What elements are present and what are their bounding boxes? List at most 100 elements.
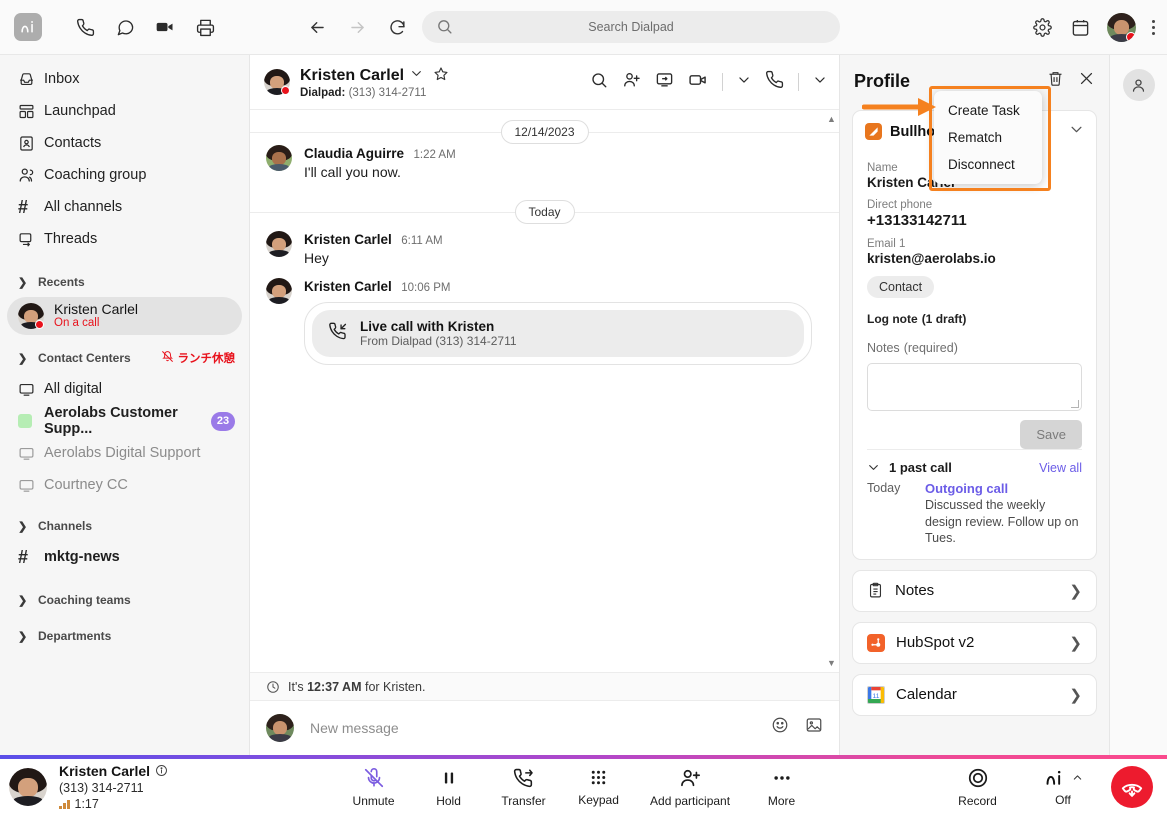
print-icon[interactable] <box>194 16 216 38</box>
search-input[interactable]: Search Dialpad <box>422 11 840 43</box>
chevron-right-icon[interactable]: ❯ <box>1069 582 1082 600</box>
notes-textarea[interactable] <box>867 363 1082 411</box>
hangup-button[interactable] <box>1111 766 1153 808</box>
trash-icon[interactable] <box>1047 70 1064 92</box>
sidebar-item-all-digital[interactable]: All digital <box>0 373 249 405</box>
sidebar-group-departments[interactable]: ❯ Departments <box>0 621 249 651</box>
star-icon[interactable] <box>433 66 449 87</box>
chevron-down-icon[interactable] <box>410 67 423 85</box>
ai-toggle-button[interactable]: Off <box>1037 768 1089 807</box>
image-icon[interactable] <box>805 716 823 739</box>
view-all-link[interactable]: View all <box>1039 461 1082 475</box>
menu-item-disconnect[interactable]: Disconnect <box>934 151 1042 178</box>
chevron-right-icon[interactable]: ❯ <box>1069 634 1082 652</box>
live-call-card[interactable]: Live call with Kristen From Dialpad (313… <box>304 302 812 365</box>
chevron-down-icon[interactable] <box>813 73 827 92</box>
sidebar-group-channels[interactable]: ❯ Channels <box>0 511 249 541</box>
timezone-time: 12:37 AM <box>307 679 362 694</box>
record-button[interactable]: Record <box>940 767 1015 808</box>
bell-off-icon <box>161 350 174 366</box>
message-input-placeholder[interactable]: New message <box>310 720 399 736</box>
sidebar-group-coaching-teams[interactable]: ❯ Coaching teams <box>0 585 249 615</box>
accordion-hubspot[interactable]: HubSpot v2 ❯ <box>852 621 1097 664</box>
ai-status-label: Off <box>1055 792 1071 807</box>
sidebar-item-inbox[interactable]: Inbox <box>0 63 249 95</box>
search-icon[interactable] <box>590 71 608 94</box>
pause-icon <box>438 767 460 789</box>
sidebar-item-aerolabs-digital-support[interactable]: Aerolabs Digital Support <box>0 437 249 469</box>
context-menu[interactable]: Create Task Rematch Disconnect <box>934 91 1042 184</box>
gear-icon[interactable] <box>1031 16 1053 38</box>
date-divider-label: 12/14/2023 <box>500 120 589 144</box>
avatar-body <box>268 164 290 171</box>
sidebar-item-launchpad[interactable]: Launchpad <box>0 95 249 127</box>
reload-icon[interactable] <box>386 16 408 38</box>
menu-item-create-task[interactable]: Create Task <box>934 97 1042 124</box>
sidebar-item-all-channels[interactable]: # All channels <box>0 191 249 223</box>
menu-item-rematch[interactable]: Rematch <box>934 124 1042 151</box>
accordion-notes[interactable]: Notes ❯ <box>852 569 1097 612</box>
kebab-menu-icon[interactable] <box>1152 19 1155 35</box>
video-icon[interactable] <box>688 70 708 95</box>
sidebar-item-threads[interactable]: Threads <box>0 223 249 255</box>
accordion-calendar[interactable]: 11 Calendar ❯ <box>852 673 1097 716</box>
scroll-up-icon[interactable]: ▲ <box>827 114 836 124</box>
chevron-down-icon[interactable] <box>737 73 751 92</box>
top-toolbar: Search Dialpad <box>0 0 1167 55</box>
add-person-icon[interactable] <box>622 70 641 94</box>
sidebar-item-contacts[interactable]: Contacts <box>0 127 249 159</box>
sidebar-item-mktg-news[interactable]: # mktg-news <box>0 541 249 573</box>
dialpad-logo[interactable] <box>14 13 42 41</box>
browser-nav <box>306 16 408 38</box>
chevron-down-icon[interactable] <box>1069 122 1084 141</box>
message-body: Kristen Carlel 10:06 PM Live call with K… <box>304 278 812 365</box>
sidebar-item-label: Courtney CC <box>44 477 128 493</box>
emoji-icon[interactable] <box>771 716 789 739</box>
sidebar-item-label: Threads <box>44 231 98 247</box>
unmute-button[interactable]: Unmute <box>336 767 411 808</box>
contact-type-chip[interactable]: Contact <box>867 276 935 298</box>
sidebar-item-courtney-cc[interactable]: Courtney CC <box>0 469 249 501</box>
sidebar-item-coaching-group[interactable]: Coaching group <box>0 159 249 191</box>
calendar-icon[interactable] <box>1069 16 1091 38</box>
sidebar-item-aerolabs-customer-support[interactable]: Aerolabs Customer Supp... 23 <box>0 405 249 437</box>
clipboard-icon <box>867 582 884 599</box>
message-body: Kristen Carlel 6:11 AM Hey <box>304 231 443 266</box>
chevron-right-icon[interactable]: ❯ <box>1069 686 1082 704</box>
chevron-right-icon: ❯ <box>18 630 28 643</box>
keypad-button[interactable]: Keypad <box>561 767 636 807</box>
hold-button[interactable]: Hold <box>411 767 486 808</box>
info-icon[interactable] <box>155 764 168 777</box>
phone-icon[interactable] <box>74 16 96 38</box>
past-call-entry[interactable]: Today Outgoing call Discussed the weekly… <box>867 475 1082 547</box>
chevron-down-icon[interactable] <box>867 461 880 474</box>
scroll-down-icon[interactable]: ▼ <box>827 658 836 668</box>
person-icon[interactable] <box>1122 69 1155 101</box>
phone-icon[interactable] <box>765 70 784 94</box>
sidebar-group-contact-centers[interactable]: ❯ Contact Centers ランチ休憩 <box>0 343 249 373</box>
save-button[interactable]: Save <box>1020 420 1082 449</box>
add-participant-button[interactable]: Add participant <box>636 767 744 808</box>
live-call-card-inner: Live call with Kristen From Dialpad (313… <box>312 310 804 357</box>
action-label: Record <box>958 793 997 808</box>
user-avatar[interactable] <box>1107 12 1136 42</box>
sidebar-group-recents[interactable]: ❯ Recents <box>0 267 249 297</box>
chevron-up-icon[interactable] <box>1072 772 1083 783</box>
message-icon[interactable] <box>114 16 136 38</box>
sidebar-item-label: Inbox <box>44 71 80 87</box>
call-actions: Unmute Hold Transfer Keypad Add particip… <box>336 767 819 808</box>
screen-share-icon[interactable] <box>655 70 674 94</box>
message-composer[interactable]: New message <box>250 700 839 754</box>
back-arrow-icon[interactable] <box>306 16 328 38</box>
message-scrollbar[interactable]: ▲ ▼ <box>826 110 837 672</box>
action-label: Unmute <box>352 793 395 808</box>
more-button[interactable]: More <box>744 767 819 808</box>
video-icon[interactable] <box>154 16 176 38</box>
call-contact-name-row: Kristen Carlel <box>59 763 168 779</box>
transfer-button[interactable]: Transfer <box>486 767 561 808</box>
accordion-label: Notes <box>895 582 935 599</box>
resize-grip-icon[interactable] <box>1071 400 1079 408</box>
close-icon[interactable] <box>1078 70 1095 92</box>
sidebar-recent-kristen-carlel[interactable]: Kristen Carlel On a call <box>7 297 242 335</box>
date-divider: 12/14/2023 <box>250 120 839 144</box>
